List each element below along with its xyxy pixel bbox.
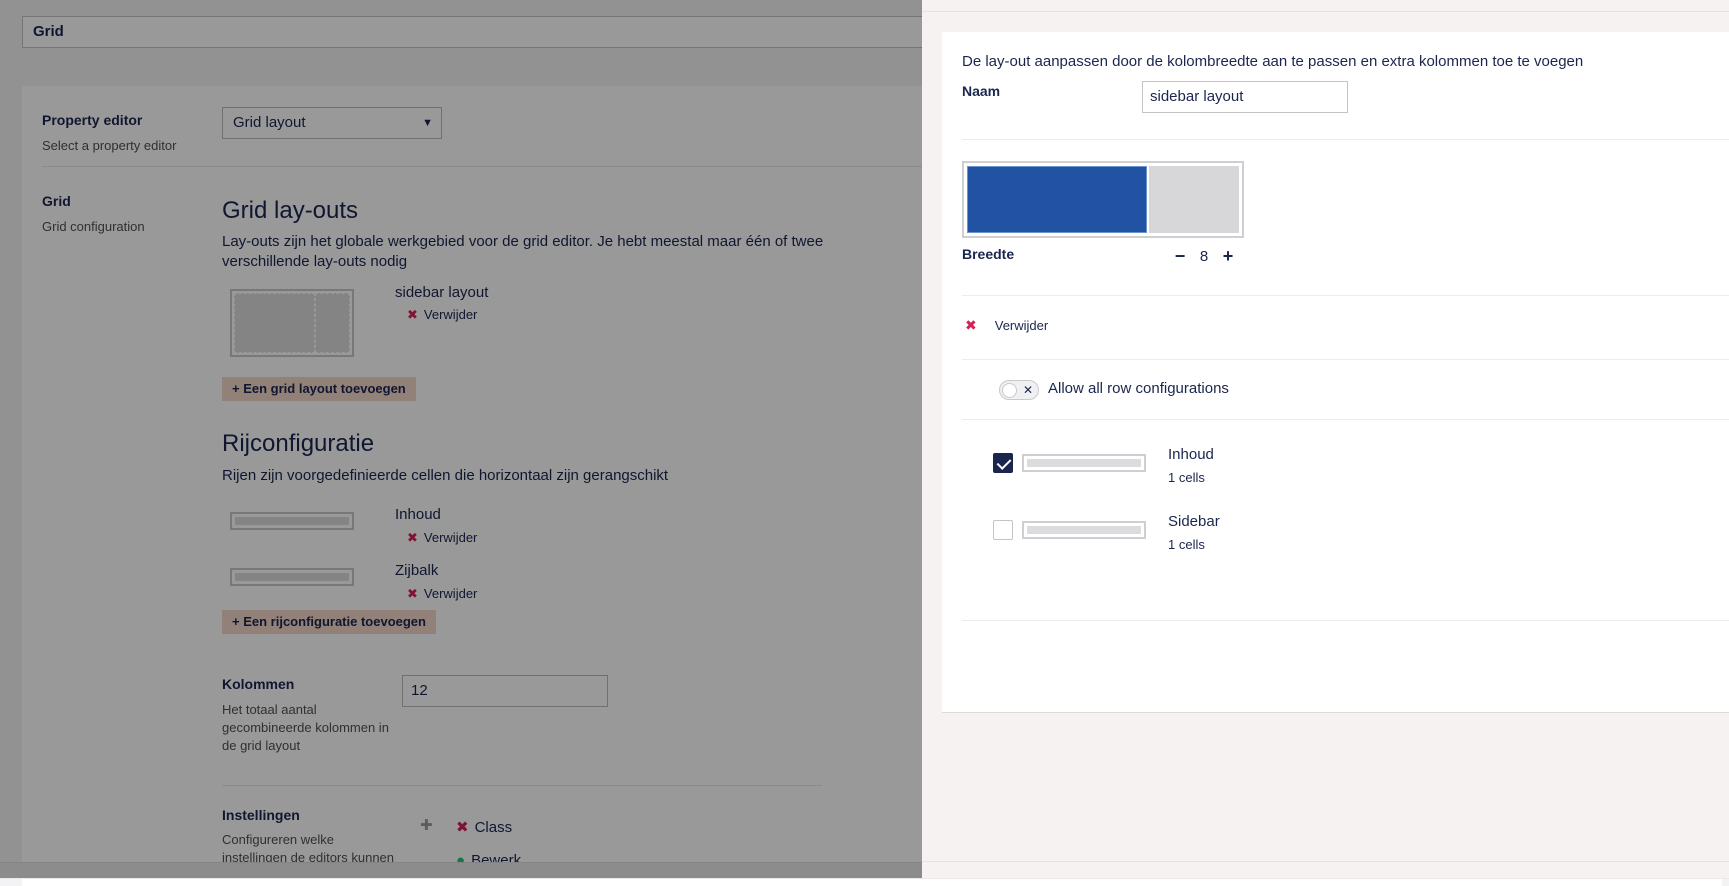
row-name-inhoud: Inhoud <box>1168 446 1214 463</box>
divider <box>962 295 1729 296</box>
layout-editor-drawer: De lay-out aanpassen door de kolombreedt… <box>922 0 1729 878</box>
row-cells-inhoud: 1 cells <box>1168 470 1205 485</box>
row-checkbox-inhoud[interactable] <box>993 453 1013 473</box>
close-icon: ✖ <box>965 317 977 333</box>
modal-overlay[interactable] <box>0 0 922 878</box>
layout-cell-empty[interactable] <box>1149 166 1239 233</box>
drawer-description: De lay-out aanpassen door de kolombreedt… <box>962 53 1584 70</box>
divider <box>962 620 1729 621</box>
row-thumbnail-sidebar <box>1022 521 1146 539</box>
drawer-footer-divider <box>922 861 1729 862</box>
width-label: Breedte <box>962 246 1015 262</box>
layout-editor-card: De lay-out aanpassen door de kolombreedt… <box>942 32 1729 713</box>
toggle-knob <box>1002 383 1017 398</box>
row-cells-sidebar: 1 cells <box>1168 537 1205 552</box>
layout-name-input[interactable]: sidebar layout <box>1142 81 1348 113</box>
row-thumbnail-inhoud <box>1022 454 1146 472</box>
allow-all-toggle[interactable]: ✕ <box>999 380 1039 400</box>
layout-preview <box>962 161 1244 238</box>
width-stepper: − 8 + <box>1172 245 1236 267</box>
width-increase-button[interactable]: + <box>1220 247 1236 265</box>
allow-all-label: Allow all row configurations <box>1048 380 1229 397</box>
check-icon <box>996 455 1012 470</box>
divider <box>962 139 1729 140</box>
drawer-header-divider <box>922 11 1729 12</box>
name-label: Naam <box>962 83 1001 99</box>
close-icon: ✕ <box>1023 383 1034 397</box>
delete-cell-label: Verwijder <box>994 318 1049 333</box>
width-decrease-button[interactable]: − <box>1172 247 1188 265</box>
row-name-sidebar: Sidebar <box>1168 513 1220 530</box>
row-checkbox-sidebar[interactable] <box>993 520 1013 540</box>
divider <box>962 419 1729 420</box>
layout-cell-selected[interactable] <box>967 166 1147 233</box>
delete-cell-button[interactable]: ✖ Verwijder <box>965 317 1048 334</box>
divider <box>962 359 1729 360</box>
width-value: 8 <box>1199 247 1209 265</box>
